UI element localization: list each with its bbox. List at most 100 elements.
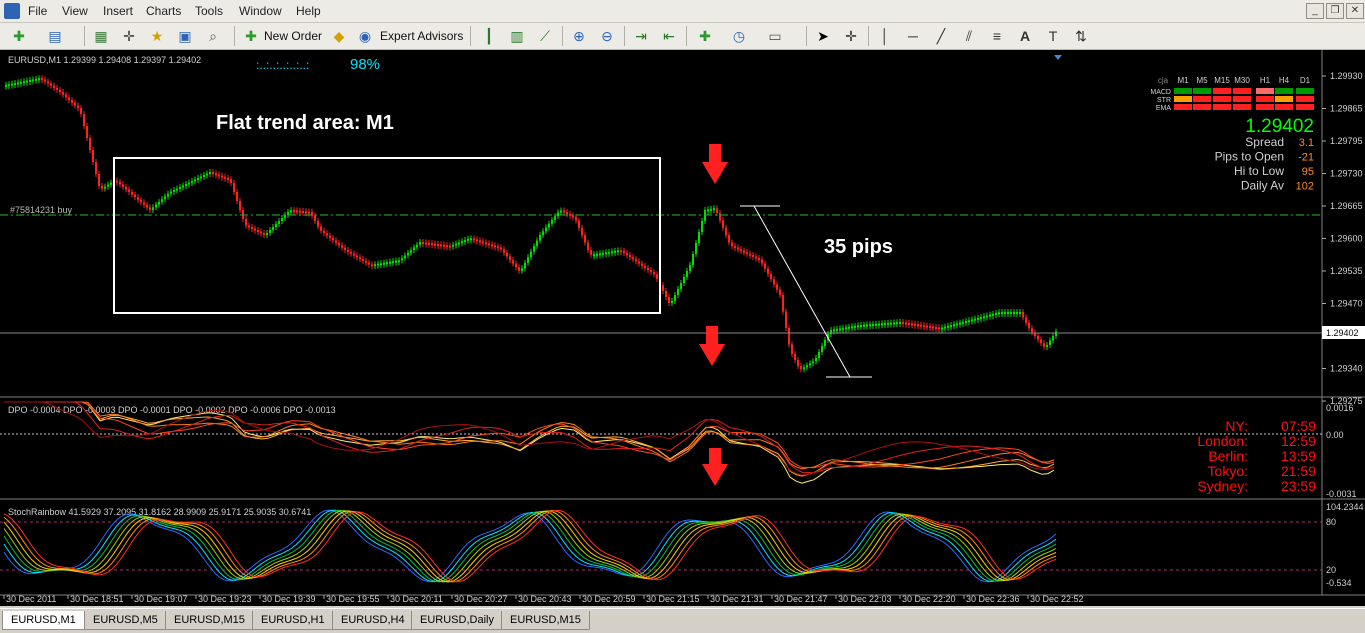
tab-eurusd-m5[interactable]: EURUSD,M5	[84, 611, 167, 630]
candle	[674, 295, 676, 301]
candle	[1004, 312, 1006, 314]
candle	[875, 323, 877, 326]
menu-insert[interactable]: Insert	[103, 4, 133, 18]
periods-icon[interactable]: ◷	[730, 27, 748, 45]
navigator-icon[interactable]: ★	[148, 27, 166, 45]
app-icon[interactable]	[4, 3, 20, 19]
candle	[365, 260, 367, 263]
candle	[431, 243, 433, 246]
trendline-icon[interactable]: ╱	[932, 27, 950, 45]
candle	[662, 285, 664, 291]
candle	[656, 274, 658, 279]
candle	[419, 242, 421, 245]
restore-icon[interactable]: ❐	[1326, 3, 1344, 19]
candle	[149, 207, 151, 210]
session-time: 13:59	[1281, 448, 1316, 464]
alert-icon[interactable]: ◆	[330, 27, 348, 45]
candle	[11, 83, 13, 86]
cursor-icon[interactable]: ➤	[814, 27, 832, 45]
candle	[299, 210, 301, 213]
new-chart-icon[interactable]: ✚	[10, 27, 28, 45]
price-tick: 1.29600	[1330, 234, 1363, 244]
candle	[980, 317, 982, 320]
tab-eurusd-daily[interactable]: EURUSD,Daily	[411, 611, 503, 630]
candle	[386, 262, 388, 265]
candle	[89, 138, 91, 150]
candle	[20, 81, 22, 84]
candle	[1028, 322, 1030, 329]
indicators-icon[interactable]: ✚	[696, 27, 714, 45]
terminal-icon[interactable]: ▣	[176, 27, 194, 45]
tab-eurusd-m15-2[interactable]: EURUSD,M15	[501, 611, 590, 630]
candle	[164, 196, 166, 200]
candle	[464, 240, 466, 242]
menu-tools[interactable]: Tools	[195, 4, 223, 18]
candle	[977, 317, 979, 320]
candle	[941, 327, 943, 330]
chart-window[interactable]: #75814231 buy Flat trend area: M1 35 pip…	[0, 50, 1365, 606]
text-icon[interactable]: A	[1016, 27, 1034, 45]
menu-charts[interactable]: Charts	[146, 4, 181, 18]
tab-eurusd-m1[interactable]: EURUSD,M1	[2, 611, 85, 630]
minimize-icon[interactable]: _	[1306, 3, 1324, 19]
arrow-down-icon	[702, 448, 728, 486]
candle	[134, 194, 136, 198]
menu-file[interactable]: File	[28, 4, 47, 18]
menu-view[interactable]: View	[62, 4, 88, 18]
expert-advisors-icon[interactable]: ◉	[356, 27, 374, 45]
candle	[440, 244, 442, 247]
text-label-icon[interactable]: T	[1044, 27, 1062, 45]
candle	[773, 279, 775, 285]
fibonacci-icon[interactable]: ≡	[988, 27, 1006, 45]
chart-canvas[interactable]: #75814231 buy Flat trend area: M1 35 pip…	[0, 50, 1365, 606]
candle	[578, 220, 580, 228]
vertical-line-icon[interactable]: │	[876, 27, 894, 45]
candle	[23, 81, 25, 84]
chart-shift-icon[interactable]: ⇤	[660, 27, 678, 45]
candle	[461, 241, 463, 244]
indicator-row-label: MACD	[1150, 89, 1171, 96]
candle	[833, 329, 835, 332]
expert-advisors-button[interactable]: Expert Advisors	[380, 26, 463, 46]
menu-window[interactable]: Window	[239, 4, 282, 18]
candle	[1025, 317, 1027, 323]
candlestick-icon[interactable]: ▥	[508, 27, 526, 45]
close-icon[interactable]: ✕	[1346, 3, 1364, 19]
candle	[467, 238, 469, 241]
zoom-in-icon[interactable]: ⊕	[570, 27, 588, 45]
candle	[824, 340, 826, 346]
candle	[638, 261, 640, 264]
new-order-icon[interactable]: ✚	[242, 27, 260, 45]
stoch-tick: 104.2344	[1326, 502, 1364, 512]
auto-scroll-icon[interactable]: ⇥	[632, 27, 650, 45]
candle	[845, 327, 847, 330]
line-chart-icon[interactable]: ⟋	[536, 27, 554, 45]
bar-chart-icon[interactable]: ┃	[480, 27, 498, 45]
candle	[425, 242, 427, 245]
market-watch-icon[interactable]: ▦	[92, 27, 110, 45]
signal-cell	[1213, 96, 1231, 102]
candle	[380, 263, 382, 266]
stats-panel: Spread 3.1 Pips to Open -21 Hi to Low 95 Daily…	[1215, 135, 1314, 193]
tab-eurusd-h4[interactable]: EURUSD,H4	[332, 611, 414, 630]
tab-eurusd-m15[interactable]: EURUSD,M15	[165, 611, 254, 630]
new-order-button[interactable]: New Order	[264, 26, 322, 46]
zoom-out-icon[interactable]: ⊖	[598, 27, 616, 45]
data-window-icon[interactable]: ✛	[120, 27, 138, 45]
menu-help[interactable]: Help	[296, 4, 321, 18]
strategy-tester-icon[interactable]: ⌕	[204, 27, 222, 45]
candle	[383, 262, 385, 265]
templates-icon[interactable]: ▭	[766, 27, 784, 45]
horizontal-line-icon[interactable]: ─	[904, 27, 922, 45]
equidistant-channel-icon[interactable]: ⫽	[960, 27, 978, 45]
crosshair-icon[interactable]: ✛	[842, 27, 860, 45]
candle	[620, 250, 622, 253]
arrows-icon[interactable]: ⇅	[1072, 27, 1090, 45]
candle	[539, 235, 541, 241]
signal-cell	[1296, 104, 1314, 110]
tab-eurusd-h1[interactable]: EURUSD,H1	[252, 611, 334, 630]
candle	[488, 243, 490, 246]
profiles-icon[interactable]: ▤	[46, 27, 64, 45]
timeframe-header: M1	[1177, 76, 1189, 85]
candle	[722, 220, 724, 228]
